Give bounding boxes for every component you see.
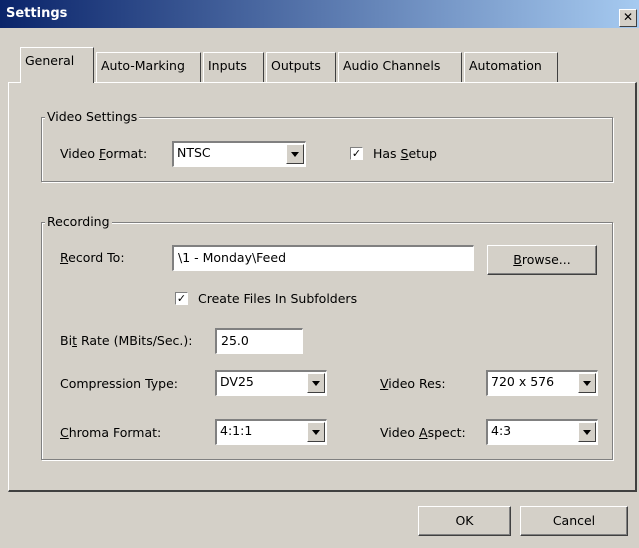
tab-label: General bbox=[25, 53, 75, 68]
chevron-down-icon[interactable] bbox=[286, 144, 304, 164]
browse-button[interactable]: Browse... bbox=[487, 245, 597, 275]
ok-button[interactable]: OK bbox=[418, 506, 511, 536]
chevron-down-icon[interactable] bbox=[578, 373, 596, 393]
chroma-format-value: 4:1:1 bbox=[220, 423, 253, 438]
recording-legend: Recording bbox=[45, 214, 112, 229]
window-title: Settings bbox=[6, 6, 68, 21]
compression-type-label: Compression Type: bbox=[60, 376, 179, 391]
chevron-down-icon[interactable] bbox=[307, 422, 325, 442]
has-setup-label: Has Setup bbox=[373, 146, 437, 161]
video-aspect-value: 4:3 bbox=[491, 423, 512, 438]
has-setup-checkbox[interactable]: ✓ bbox=[350, 147, 363, 160]
cancel-button[interactable]: Cancel bbox=[520, 506, 628, 536]
chevron-down-icon[interactable] bbox=[307, 373, 325, 393]
video-res-value: 720 x 576 bbox=[491, 374, 555, 389]
record-to-label: Record To: bbox=[60, 250, 125, 265]
tab-label: Outputs bbox=[271, 58, 321, 73]
tab-audio-channels[interactable]: Audio Channels bbox=[338, 52, 462, 82]
chroma-format-label: Chroma Format: bbox=[60, 425, 162, 440]
close-button[interactable]: ✕ bbox=[619, 9, 637, 27]
tab-general[interactable]: General bbox=[20, 47, 94, 83]
chevron-down-icon[interactable] bbox=[578, 422, 596, 442]
video-format-value: NTSC bbox=[177, 145, 211, 160]
create-subfolders-label: Create Files In Subfolders bbox=[198, 291, 358, 306]
compression-type-value: DV25 bbox=[220, 374, 254, 389]
video-res-label: Video Res: bbox=[380, 376, 446, 391]
bit-rate-label: Bit Rate (MBits/Sec.): bbox=[60, 333, 193, 348]
tab-label: Audio Channels bbox=[343, 58, 441, 73]
video-format-label: Video Format: bbox=[60, 146, 148, 161]
bit-rate-input[interactable]: 25.0 bbox=[215, 328, 303, 354]
compression-type-select[interactable]: DV25 bbox=[215, 370, 327, 396]
tab-automation[interactable]: Automation bbox=[464, 52, 558, 82]
tab-outputs[interactable]: Outputs bbox=[266, 52, 336, 82]
video-settings-legend: Video Settings bbox=[45, 109, 140, 124]
chroma-format-select[interactable]: 4:1:1 bbox=[215, 419, 327, 445]
tab-auto-marking[interactable]: Auto-Marking bbox=[96, 52, 201, 82]
video-format-select[interactable]: NTSC bbox=[172, 141, 306, 167]
video-aspect-select[interactable]: 4:3 bbox=[486, 419, 598, 445]
tab-label: Inputs bbox=[208, 58, 247, 73]
tab-label: Auto-Marking bbox=[101, 58, 185, 73]
tab-label: Automation bbox=[469, 58, 542, 73]
close-icon: ✕ bbox=[622, 10, 634, 24]
tab-inputs[interactable]: Inputs bbox=[203, 52, 264, 82]
create-subfolders-checkbox[interactable]: ✓ bbox=[175, 292, 188, 305]
title-bar: Settings ✕ bbox=[0, 0, 639, 28]
video-aspect-label: Video Aspect: bbox=[380, 425, 466, 440]
video-res-select[interactable]: 720 x 576 bbox=[486, 370, 598, 396]
record-to-input[interactable]: \1 - Monday\Feed bbox=[172, 245, 474, 271]
